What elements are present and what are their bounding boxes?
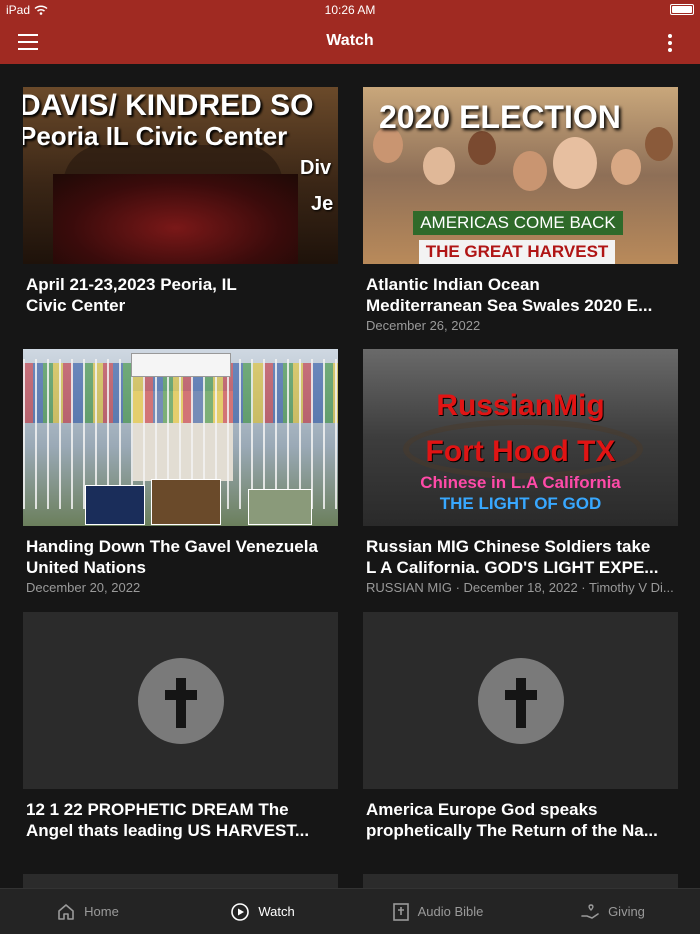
video-date: December 20, 2022 <box>26 580 141 595</box>
video-card[interactable]: Handing Down The Gavel Venezuela United … <box>23 349 338 595</box>
status-time: 10:26 AM <box>324 3 376 17</box>
video-thumbnail[interactable]: RussianMig Fort Hood TX Chinese in L.A C… <box>363 349 678 526</box>
app-bar: Watch <box>0 20 700 64</box>
bottom-tab-bar: Home Watch Audio Bible Giving <box>0 888 700 934</box>
tab-label: Home <box>84 904 119 919</box>
video-thumbnail[interactable]: 2020 ELECTION AMERICAS COME BACK THE GRE… <box>363 87 678 264</box>
video-meta: RUSSIAN MIG · December 18, 2022 · Timoth… <box>366 580 674 595</box>
video-title: America Europe God speaks prophetically … <box>366 800 658 840</box>
status-bar: iPad 10:26 AM <box>0 0 700 20</box>
video-thumbnail[interactable]: DAVIS/ KINDRED SO Peoria IL Civic Center… <box>23 87 338 264</box>
thumbnail-text: Peoria IL Civic Center <box>23 121 288 151</box>
play-circle-icon <box>231 902 250 921</box>
thumbnail-text: Fort Hood TX <box>425 435 616 468</box>
thumbnail-text: Chinese in L.A California <box>420 473 621 492</box>
page-title: Watch <box>326 32 374 49</box>
thumbnail-text: AMERICAS COME BACK <box>413 211 623 235</box>
video-card[interactable]: 2020 ELECTION AMERICAS COME BACK THE GRE… <box>363 87 678 333</box>
giving-hand-icon <box>581 903 599 919</box>
tab-label: Audio Bible <box>417 904 484 919</box>
video-thumbnail-placeholder[interactable] <box>23 612 338 789</box>
thumbnail-text: 2020 ELECTION <box>379 99 621 135</box>
video-date: December 26, 2022 <box>366 318 481 333</box>
thumbnail-text: RussianMig <box>436 389 605 422</box>
thumbnail-text: Div <box>300 157 332 179</box>
thumbnail-text: Je <box>311 193 334 215</box>
tab-label: Giving <box>608 904 645 919</box>
tab-label: Watch <box>258 904 295 919</box>
video-title: Handing Down The Gavel Venezuela United … <box>26 537 318 577</box>
tab-giving[interactable]: Giving <box>525 889 700 934</box>
tab-home[interactable]: Home <box>0 889 175 934</box>
video-card[interactable]: RussianMig Fort Hood TX Chinese in L.A C… <box>363 349 678 595</box>
video-title: Russian MIG Chinese Soldiers take L A Ca… <box>366 537 659 577</box>
video-card[interactable]: America Europe God speaks prophetically … <box>363 612 678 841</box>
video-card[interactable]: 12 1 22 PROPHETIC DREAM The Angel thats … <box>23 612 338 841</box>
video-card[interactable]: DAVIS/ KINDRED SO Peoria IL Civic Center… <box>23 87 338 316</box>
thumbnail-text: THE LIGHT OF GOD <box>439 494 602 513</box>
cross-icon <box>477 657 564 744</box>
more-options-icon[interactable] <box>660 31 680 55</box>
home-icon <box>58 903 74 920</box>
tab-audio-bible[interactable]: Audio Bible <box>350 889 525 934</box>
bible-icon <box>392 902 409 921</box>
video-thumbnail-placeholder[interactable] <box>363 612 678 789</box>
video-title: April 21-23,2023 Peoria, IL Civic Center <box>26 275 237 315</box>
video-thumbnail[interactable] <box>23 349 338 526</box>
video-title: 12 1 22 PROPHETIC DREAM The Angel thats … <box>26 800 310 840</box>
thumbnail-text: DAVIS/ KINDRED SO <box>23 89 314 122</box>
battery-icon <box>670 4 694 15</box>
thumbnail-text: THE GREAT HARVEST <box>419 240 615 264</box>
tab-watch[interactable]: Watch <box>175 889 350 934</box>
video-title: Atlantic Indian Ocean Mediterranean Sea … <box>366 275 653 315</box>
cross-icon <box>137 657 224 744</box>
